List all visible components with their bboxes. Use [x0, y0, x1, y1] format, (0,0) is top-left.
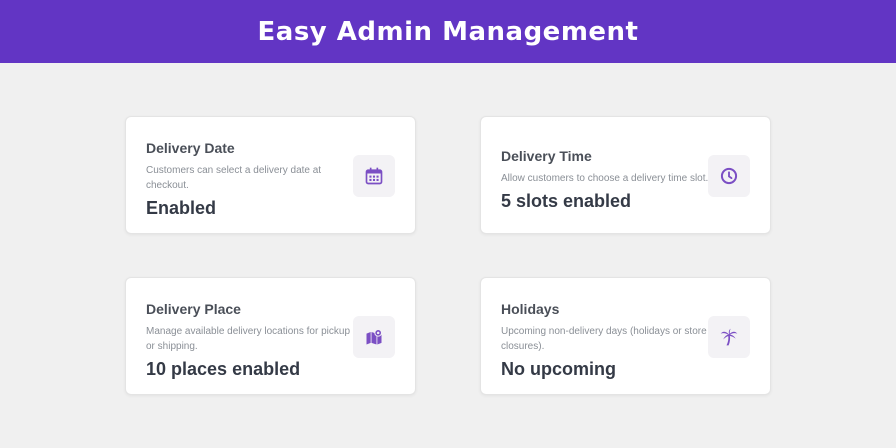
card-title: Delivery Date	[146, 140, 235, 156]
app-header: Easy Admin Management	[0, 0, 896, 63]
card-title: Holidays	[501, 301, 560, 317]
card-title: Delivery Place	[146, 301, 241, 317]
card-delivery-date[interactable]: Delivery Date Customers can select a del…	[125, 116, 416, 234]
palm-tree-icon	[708, 316, 750, 358]
calendar-icon	[353, 155, 395, 197]
map-pin-icon	[353, 316, 395, 358]
clock-icon	[708, 155, 750, 197]
card-value: Enabled	[146, 198, 217, 218]
card-delivery-time[interactable]: Delivery Time Allow customers to choose …	[480, 116, 771, 234]
card-description: Allow customers to choose a delivery tim…	[501, 173, 709, 184]
card-value: 10 places enabled	[146, 359, 301, 379]
page-title: Easy Admin Management	[257, 16, 639, 47]
card-value: No upcoming	[501, 359, 616, 379]
card-description: Customers can select a delivery date at …	[146, 165, 322, 191]
card-title: Delivery Time	[501, 148, 592, 164]
card-value: 5 slots enabled	[501, 191, 632, 211]
card-delivery-place[interactable]: Delivery Place Manage available delivery…	[125, 277, 416, 395]
card-description: Upcoming non-delivery days (holidays or …	[501, 326, 707, 352]
card-holidays[interactable]: Holidays Upcoming non-delivery days (hol…	[480, 277, 771, 395]
card-description: Manage available delivery locations for …	[146, 326, 351, 352]
